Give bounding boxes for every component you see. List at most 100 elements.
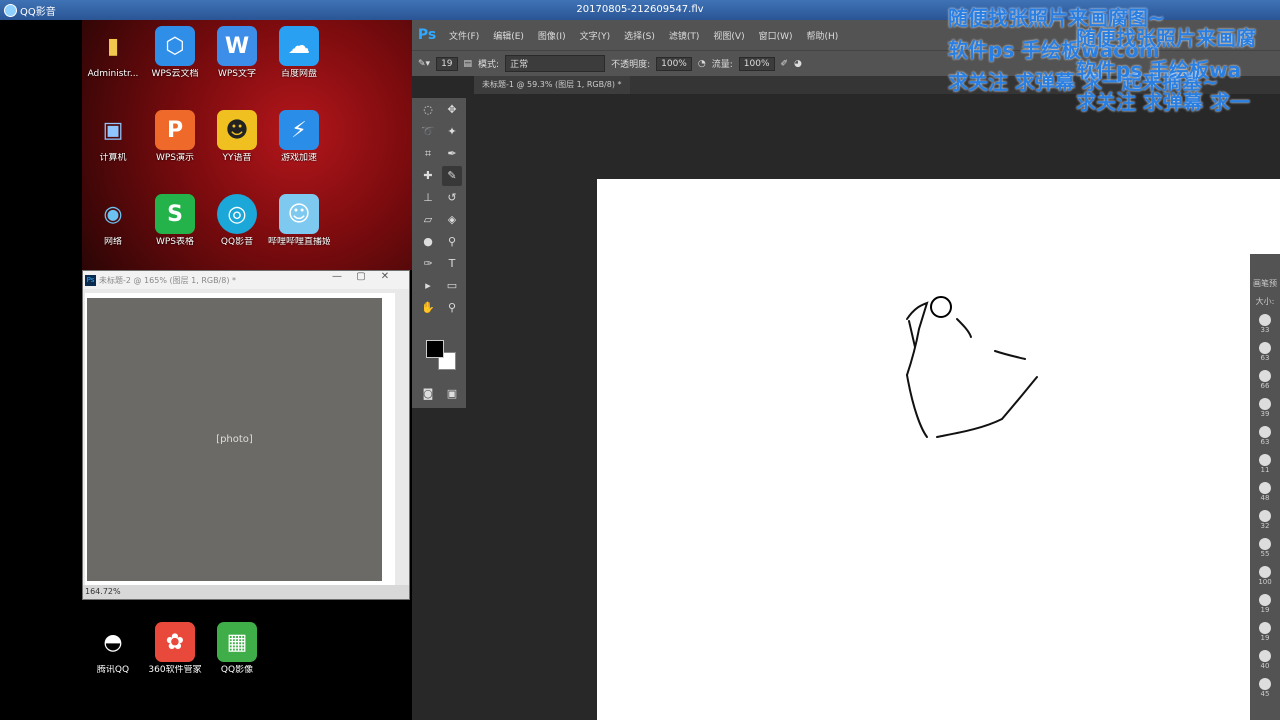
menu-image[interactable]: 图像(I) (538, 29, 566, 42)
close-icon[interactable]: ✕ (373, 271, 397, 287)
mode-label: 模式: (478, 60, 500, 70)
brush-tool-icon[interactable]: ✎ (442, 166, 462, 186)
menu-file[interactable]: 文件(F) (449, 29, 479, 42)
magic-wand-tool-icon[interactable]: ✦ (442, 122, 462, 142)
brush-preset-item[interactable]: 63 (1254, 426, 1276, 446)
pen-tool-icon[interactable]: ✑ (418, 254, 438, 274)
wps-cloud-doc-icon: ⬡ (155, 26, 195, 66)
menu-window[interactable]: 窗口(W) (759, 29, 793, 42)
eyedropper-tool-icon[interactable]: ✒ (442, 144, 462, 164)
desktop-icon-software-manager[interactable]: ✿ 360软件管家 (144, 622, 206, 676)
reference-window-titlebar[interactable]: Ps 未标题-2 @ 165% (图层 1, RGB/8) * — ▢ ✕ (83, 271, 409, 289)
brush-preset-item[interactable]: 33 (1254, 314, 1276, 334)
minimize-icon[interactable]: — (325, 271, 349, 287)
desktop-icon-qq[interactable]: ◓ 腾讯QQ (82, 622, 144, 676)
flow-field[interactable]: 100% (738, 56, 775, 71)
lasso-tool-icon[interactable]: ➰ (418, 122, 438, 142)
brush-preset-item[interactable]: 32 (1254, 510, 1276, 530)
photoshop-window: Ps 文件(F) 编辑(E) 图像(I) 文字(Y) 选择(S) 滤镜(T) 视… (412, 20, 1280, 720)
software-manager-icon: ✿ (155, 622, 195, 662)
desktop-icon-qq-photo[interactable]: ▦ QQ影像 (206, 622, 268, 676)
opacity-field[interactable]: 100% (656, 56, 692, 71)
brush-panel-toggle-icon[interactable]: ▤ (464, 59, 473, 69)
pressure-opacity-icon[interactable]: ◔ (698, 59, 706, 69)
overlay-echo-line-3: 求关注 求弹幕 求一 (1076, 90, 1250, 114)
healing-brush-tool-icon[interactable]: ✚ (418, 166, 438, 186)
brush-preset-item[interactable]: 48 (1254, 482, 1276, 502)
brush-preset-item[interactable]: 11 (1254, 454, 1276, 474)
brush-preset-icon (1259, 454, 1271, 466)
brush-preset-item[interactable]: 63 (1254, 342, 1276, 362)
document-area (474, 94, 1280, 720)
clone-stamp-tool-icon[interactable]: ⊥ (418, 188, 438, 208)
bilibili-live-icon: ☺ (279, 194, 319, 234)
menu-select[interactable]: 选择(S) (624, 29, 655, 42)
brush-preset-icon (1259, 510, 1271, 522)
desktop-icon-bilibili-live[interactable]: ☺ 哔哩哔哩直播姬 (268, 194, 330, 248)
desktop-icon-game-accelerator[interactable]: ⚡ 游戏加速 (268, 110, 330, 164)
canvas[interactable] (597, 179, 1280, 720)
brush-preset-item[interactable]: 19 (1254, 594, 1276, 614)
mode-select[interactable]: 正常 (505, 55, 606, 72)
dodge-tool-icon[interactable]: ⚲ (442, 232, 462, 252)
blur-tool-icon[interactable]: ● (418, 232, 438, 252)
history-brush-tool-icon[interactable]: ↺ (442, 188, 462, 208)
desktop-icon-network[interactable]: ◉ 网络 (82, 194, 144, 248)
computer-icon: ▣ (102, 117, 124, 143)
brush-preset-item[interactable]: 66 (1254, 370, 1276, 390)
quick-mask-icon[interactable]: ◙ (418, 384, 438, 404)
airbrush-icon[interactable]: ✐ (781, 59, 789, 69)
paint-bucket-tool-icon[interactable]: ◈ (442, 210, 462, 230)
brush-preset-item[interactable]: 19 (1254, 622, 1276, 642)
brush-preset-item[interactable]: 40 (1254, 650, 1276, 670)
brush-preset-item[interactable]: 100 (1254, 566, 1276, 586)
brush-tool-preset-icon[interactable]: ✎▾ (418, 59, 430, 69)
menu-help[interactable]: 帮助(H) (807, 29, 839, 42)
brush-size-picker[interactable]: 19 (436, 56, 458, 71)
brush-preset-icon (1259, 426, 1271, 438)
menu-view[interactable]: 视图(V) (713, 29, 744, 42)
desktop-icon-administrator[interactable]: ▮ Administr... (82, 26, 144, 80)
foreground-color-swatch[interactable] (426, 340, 444, 358)
brush-preset-icon (1259, 538, 1271, 550)
sketch-stroke (956, 318, 972, 338)
crop-tool-icon[interactable]: ⌗ (418, 144, 438, 164)
type-tool-icon[interactable]: T (442, 254, 462, 274)
menu-filter[interactable]: 滤镜(T) (669, 29, 700, 42)
maximize-icon[interactable]: ▢ (349, 271, 373, 287)
hand-tool-icon[interactable]: ✋ (418, 298, 438, 318)
baidu-netdisk-icon: ☁ (279, 26, 319, 66)
marquee-tool-icon[interactable]: ◌ (418, 100, 438, 120)
zoom-tool-icon[interactable]: ⚲ (442, 298, 462, 318)
flow-label: 流量: (711, 60, 733, 70)
desktop-icon-computer[interactable]: ▣ 计算机 (82, 110, 144, 164)
brush-preset-icon (1259, 398, 1271, 410)
brush-preset-item[interactable]: 55 (1254, 538, 1276, 558)
desktop-icon-qq-player[interactable]: ◎ QQ影音 (206, 194, 268, 248)
brush-presets-panel: 画笔预 大小: 33 63 66 39 63 11 48 32 55 100 1… (1250, 254, 1280, 720)
desktop: ▮ Administr... ⬡ WPS云文档 W WPS文字 ☁ 百度网盘 ▣… (82, 20, 412, 270)
desktop-icon-wps-cloud[interactable]: ⬡ WPS云文档 (144, 26, 206, 80)
pressure-size-icon[interactable]: ◕ (794, 59, 802, 69)
desktop-icon-yy-voice[interactable]: ☻ YY语音 (206, 110, 268, 164)
desktop-icon-baidu-netdisk[interactable]: ☁ 百度网盘 (268, 26, 330, 80)
move-tool-icon[interactable]: ✥ (442, 100, 462, 120)
menu-edit[interactable]: 编辑(E) (493, 29, 524, 42)
photoshop-doc-icon: Ps (85, 274, 96, 286)
brush-cursor (930, 296, 952, 318)
brush-preset-item[interactable]: 45 (1254, 678, 1276, 698)
desktop-icon-wps-spreadsheet[interactable]: S WPS表格 (144, 194, 206, 248)
path-selection-tool-icon[interactable]: ▸ (418, 276, 438, 296)
desktop-icon-wps-writer[interactable]: W WPS文字 (206, 26, 268, 80)
desktop-icon-wps-presentation[interactable]: P WPS演示 (144, 110, 206, 164)
opacity-label: 不透明度: (611, 60, 651, 70)
brush-preset-icon (1259, 678, 1271, 690)
menu-type[interactable]: 文字(Y) (580, 29, 611, 42)
reference-image-window[interactable]: Ps 未标题-2 @ 165% (图层 1, RGB/8) * — ▢ ✕ [p… (82, 270, 410, 600)
qq-photo-icon: ▦ (217, 622, 257, 662)
brush-preset-item[interactable]: 39 (1254, 398, 1276, 418)
rectangle-tool-icon[interactable]: ▭ (442, 276, 462, 296)
screen-mode-icon[interactable]: ▣ (442, 384, 462, 404)
document-tab[interactable]: 未标题-1 @ 59.3% (图层 1, RGB/8) * (474, 76, 630, 94)
eraser-tool-icon[interactable]: ▱ (418, 210, 438, 230)
